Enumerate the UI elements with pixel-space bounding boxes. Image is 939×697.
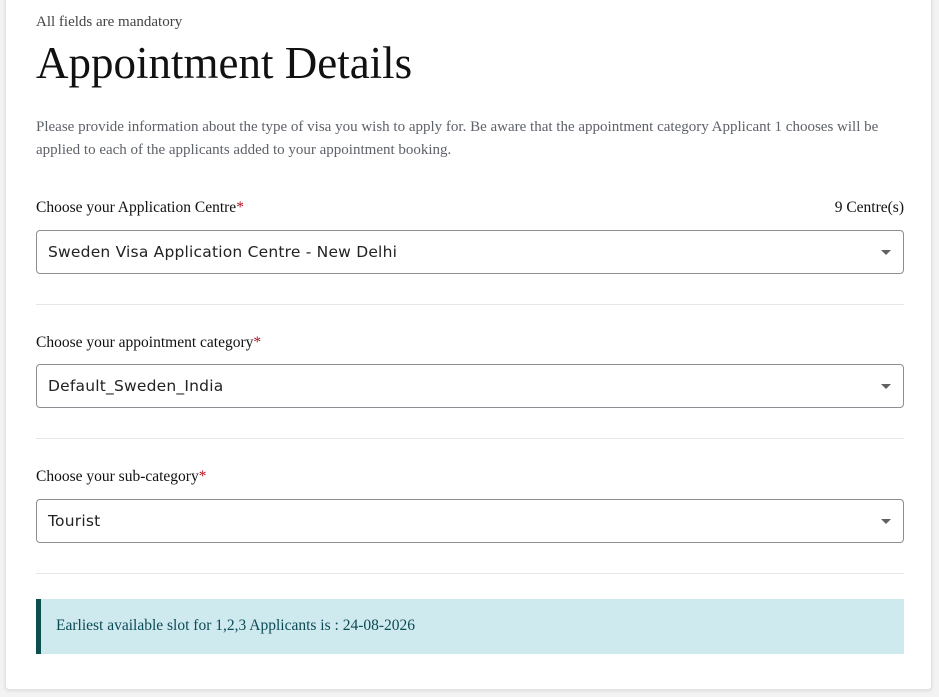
caret-down-icon: [881, 250, 891, 255]
divider: [36, 573, 904, 574]
subcategory-label-text: Choose your sub-category: [36, 468, 199, 485]
intro-text: Please provide information about the typ…: [36, 119, 879, 158]
caret-down-icon: [881, 519, 891, 524]
centre-count: 9 Centre(s): [834, 199, 904, 216]
application-centre-value: Sweden Visa Application Centre - New Del…: [48, 243, 398, 261]
divider: [36, 438, 904, 439]
required-marker: *: [198, 468, 207, 485]
required-marker: *: [236, 199, 244, 216]
centre-label: Choose your Application Centre*: [36, 198, 244, 218]
category-label: Choose your appointment category*: [36, 333, 261, 353]
appointment-category-value: Default_Sweden_India: [48, 377, 224, 395]
appointment-category-select[interactable]: Default_Sweden_India: [36, 364, 904, 408]
page-title: Appointment Details: [36, 38, 413, 88]
earliest-slot-message: Earliest available slot for 1,2,3 Applic…: [56, 617, 416, 634]
appointment-details-card: All fields are mandatory Appointment Det…: [5, 0, 932, 690]
caret-down-icon: [881, 384, 891, 389]
required-marker: *: [253, 334, 262, 351]
category-label-text: Choose your appointment category: [36, 334, 254, 351]
sub-category-value: Tourist: [48, 512, 101, 530]
sub-category-select[interactable]: Tourist: [36, 499, 904, 543]
centre-label-text: Choose your Application Centre: [36, 199, 237, 216]
earliest-slot-alert: Earliest available slot for 1,2,3 Applic…: [36, 599, 904, 654]
subcategory-label: Choose your sub-category*: [36, 467, 206, 487]
mandatory-note: All fields are mandatory: [36, 14, 183, 30]
application-centre-select[interactable]: Sweden Visa Application Centre - New Del…: [36, 230, 904, 274]
divider: [36, 304, 904, 305]
